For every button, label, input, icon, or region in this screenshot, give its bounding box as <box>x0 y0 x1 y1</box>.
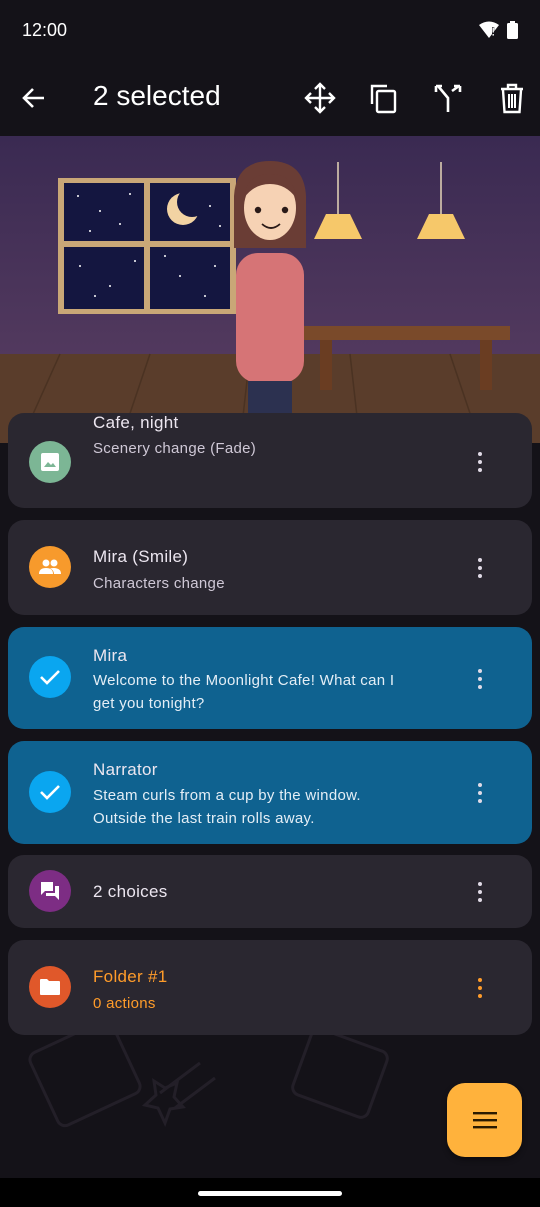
contextual-app-bar: 2 selected <box>0 60 540 136</box>
avatar <box>29 546 71 588</box>
avatar <box>29 870 71 912</box>
list-item-choices[interactable]: 2 choices <box>8 855 532 928</box>
avatar <box>29 656 71 698</box>
image-icon <box>41 453 59 471</box>
menu-fab-button[interactable] <box>447 1083 522 1157</box>
chat-icon <box>41 882 59 900</box>
item-subtitle: 0 actions <box>93 995 156 1012</box>
item-title: Mira <box>93 646 128 665</box>
menu-icon <box>472 1112 497 1129</box>
scene-preview <box>0 136 540 443</box>
item-subtitle-line2: Outside the last train rolls away. <box>93 810 315 827</box>
move-icon[interactable] <box>304 82 336 114</box>
status-time: 12:00 <box>22 19 68 40</box>
item-subtitle: Welcome to the Moonlight Cafe! What can … <box>93 672 395 689</box>
wifi-icon <box>479 21 499 38</box>
more-options-icon[interactable] <box>468 781 492 805</box>
item-subtitle: Characters change <box>93 575 225 592</box>
status-icons <box>479 21 518 39</box>
item-title: Narrator <box>93 760 158 779</box>
avatar <box>29 771 71 813</box>
merge-icon[interactable] <box>432 82 464 114</box>
copy-icon[interactable] <box>368 82 400 114</box>
item-title: Mira (Smile) <box>93 547 189 566</box>
gesture-handle[interactable] <box>198 1191 342 1196</box>
more-options-icon[interactable] <box>468 556 492 580</box>
more-options-icon[interactable] <box>468 450 492 474</box>
back-arrow-icon[interactable] <box>20 84 48 112</box>
status-bar: 12:00 <box>0 0 540 60</box>
list-item-characters[interactable]: Mira (Smile) Characters change <box>8 520 532 615</box>
item-title: Cafe, night <box>93 413 179 432</box>
item-subtitle: Steam curls from a cup by the window. <box>93 787 361 804</box>
battery-icon <box>507 21 518 39</box>
item-title: Folder #1 <box>93 967 168 986</box>
check-icon <box>40 785 60 800</box>
avatar <box>29 966 71 1008</box>
check-icon <box>40 670 60 685</box>
list-item-dialogue-mira[interactable]: Mira Welcome to the Moonlight Cafe! What… <box>8 627 532 729</box>
item-subtitle: Scenery change (Fade) <box>93 440 257 457</box>
more-options-icon[interactable] <box>468 880 492 904</box>
people-icon <box>39 559 61 574</box>
more-options-icon[interactable] <box>468 976 492 1000</box>
system-navigation-bar <box>0 1178 540 1207</box>
item-title: 2 choices <box>93 882 168 901</box>
item-subtitle-line2: get you tonight? <box>93 695 205 712</box>
selection-count-title: 2 selected <box>93 80 221 111</box>
list-item-folder[interactable]: Folder #1 0 actions <box>8 940 532 1035</box>
scene-illustration <box>0 136 540 443</box>
list-item-scenery[interactable]: Cafe, night Scenery change (Fade) <box>8 413 532 508</box>
folder-icon <box>40 979 60 995</box>
delete-icon[interactable] <box>496 82 528 114</box>
avatar <box>29 441 71 483</box>
list-item-dialogue-narrator[interactable]: Narrator Steam curls from a cup by the w… <box>8 741 532 844</box>
more-options-icon[interactable] <box>468 667 492 691</box>
